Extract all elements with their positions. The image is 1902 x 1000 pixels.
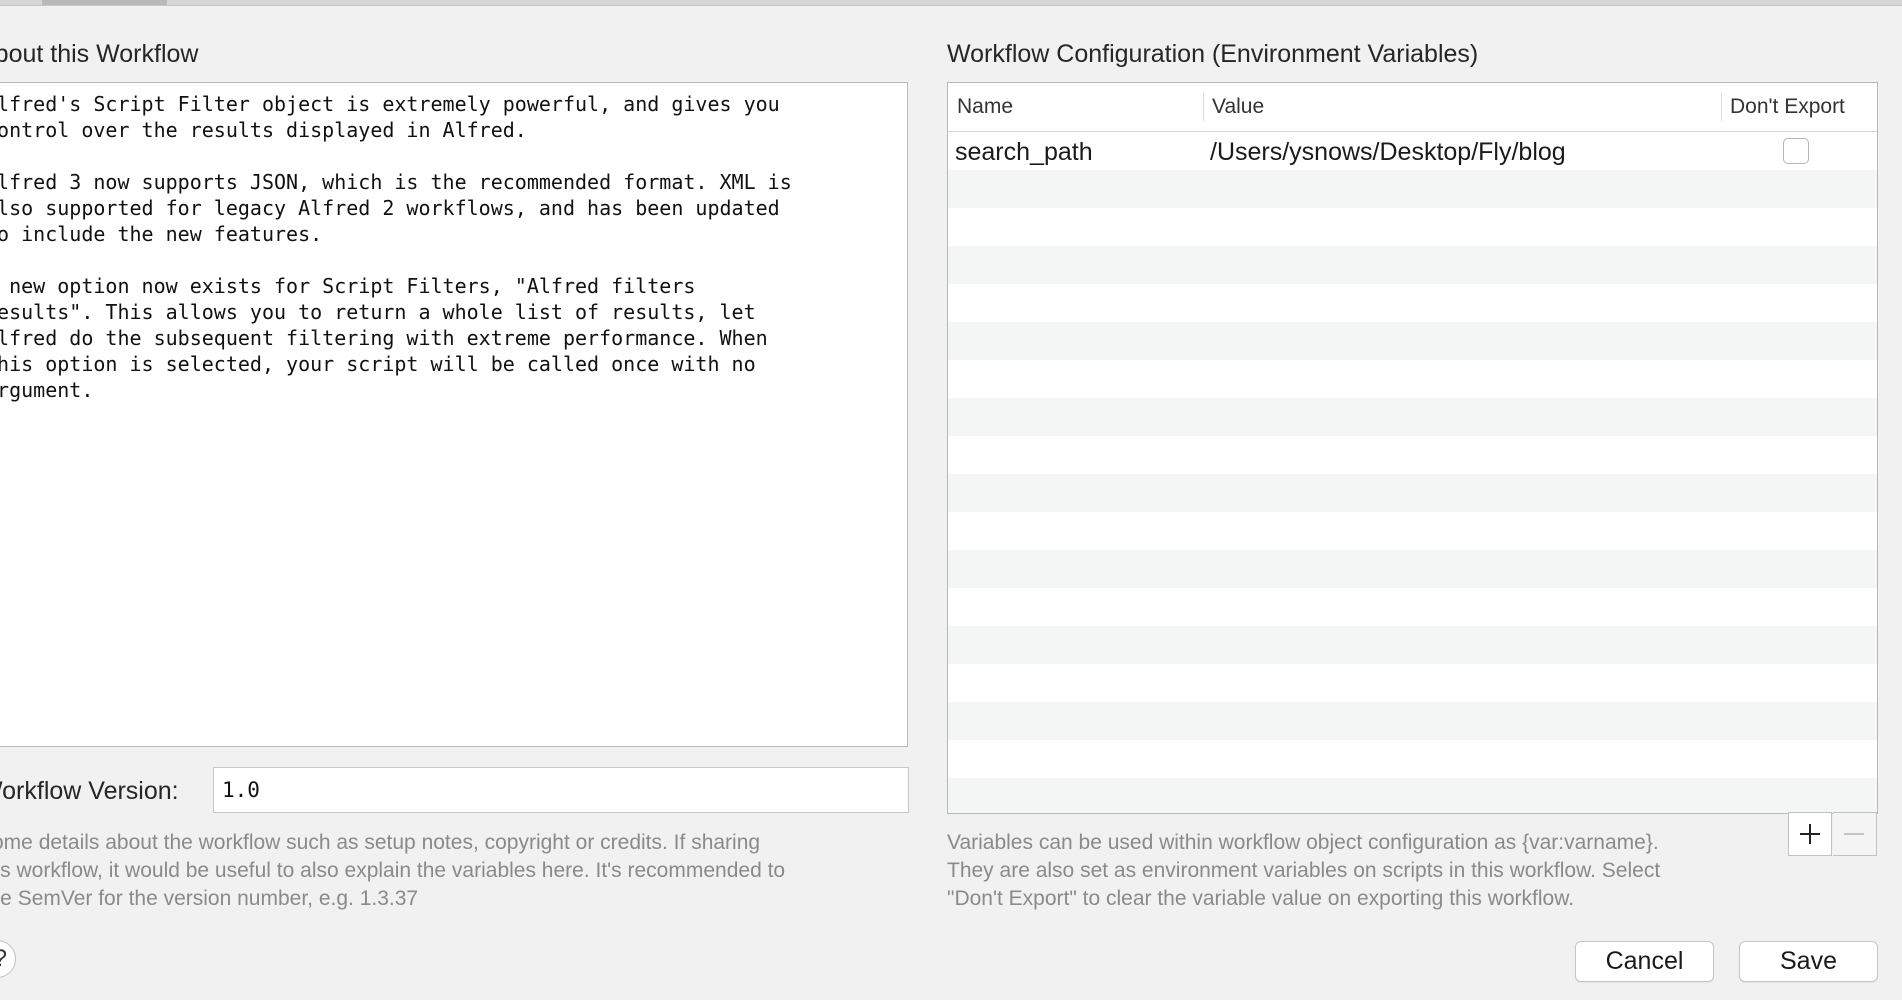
empty-table-row bbox=[948, 322, 1877, 360]
table-row[interactable]: search_path /Users/ysnows/Desktop/Fly/bl… bbox=[948, 132, 1877, 170]
empty-table-row bbox=[948, 246, 1877, 284]
empty-table-row bbox=[948, 398, 1877, 436]
empty-table-row bbox=[948, 626, 1877, 664]
empty-table-row bbox=[948, 702, 1877, 740]
empty-table-row bbox=[948, 284, 1877, 322]
empty-table-row bbox=[948, 664, 1877, 702]
about-text: Alfred's Script Filter object is extreme… bbox=[0, 92, 792, 402]
empty-table-row bbox=[948, 550, 1877, 588]
plus-icon bbox=[1800, 824, 1820, 844]
tab-strip bbox=[0, 0, 1902, 6]
variables-help-note: Variables can be used within workflow ob… bbox=[947, 831, 1661, 910]
column-header-name[interactable]: Name bbox=[957, 83, 1013, 131]
variable-value-cell[interactable]: /Users/ysnows/Desktop/Fly/blog bbox=[1210, 132, 1566, 170]
empty-table-row bbox=[948, 436, 1877, 474]
about-textarea[interactable]: Alfred's Script Filter object is extreme… bbox=[0, 82, 908, 747]
version-label: Workflow Version: bbox=[0, 777, 179, 805]
config-section-title: Workflow Configuration (Environment Vari… bbox=[947, 40, 1479, 68]
empty-table-row bbox=[948, 588, 1877, 626]
about-section-title: About this Workflow bbox=[0, 40, 199, 68]
column-divider bbox=[1721, 93, 1722, 121]
table-header: Name Value Don't Export bbox=[948, 83, 1877, 132]
about-help-note: Some details about the workflow such as … bbox=[0, 831, 786, 910]
empty-table-row bbox=[948, 360, 1877, 398]
empty-table-row bbox=[948, 740, 1877, 778]
minus-icon bbox=[1844, 833, 1864, 835]
column-header-dont-export[interactable]: Don't Export bbox=[1730, 83, 1845, 131]
variable-name-cell[interactable]: search_path bbox=[955, 132, 1093, 170]
column-header-value[interactable]: Value bbox=[1212, 83, 1264, 131]
add-remove-controls bbox=[1788, 812, 1878, 856]
variables-table[interactable]: Name Value Don't Export search_path /Use… bbox=[947, 82, 1878, 814]
save-button[interactable]: Save bbox=[1739, 941, 1878, 982]
dont-export-checkbox[interactable] bbox=[1783, 138, 1809, 164]
workflow-config-window: About this Workflow Alfred's Script Filt… bbox=[0, 0, 1902, 1000]
version-input[interactable]: 1.0 bbox=[213, 767, 909, 813]
empty-table-row bbox=[948, 512, 1877, 550]
selected-tab-indicator[interactable] bbox=[42, 0, 167, 5]
column-divider bbox=[1203, 93, 1204, 121]
help-button[interactable]: ? bbox=[0, 940, 16, 978]
remove-variable-button[interactable] bbox=[1833, 812, 1877, 856]
empty-table-row bbox=[948, 778, 1877, 813]
cancel-button[interactable]: Cancel bbox=[1575, 941, 1714, 982]
empty-table-row bbox=[948, 474, 1877, 512]
add-variable-button[interactable] bbox=[1788, 812, 1832, 856]
empty-table-row bbox=[948, 208, 1877, 246]
empty-table-row bbox=[948, 170, 1877, 208]
table-body: search_path /Users/ysnows/Desktop/Fly/bl… bbox=[948, 132, 1877, 813]
